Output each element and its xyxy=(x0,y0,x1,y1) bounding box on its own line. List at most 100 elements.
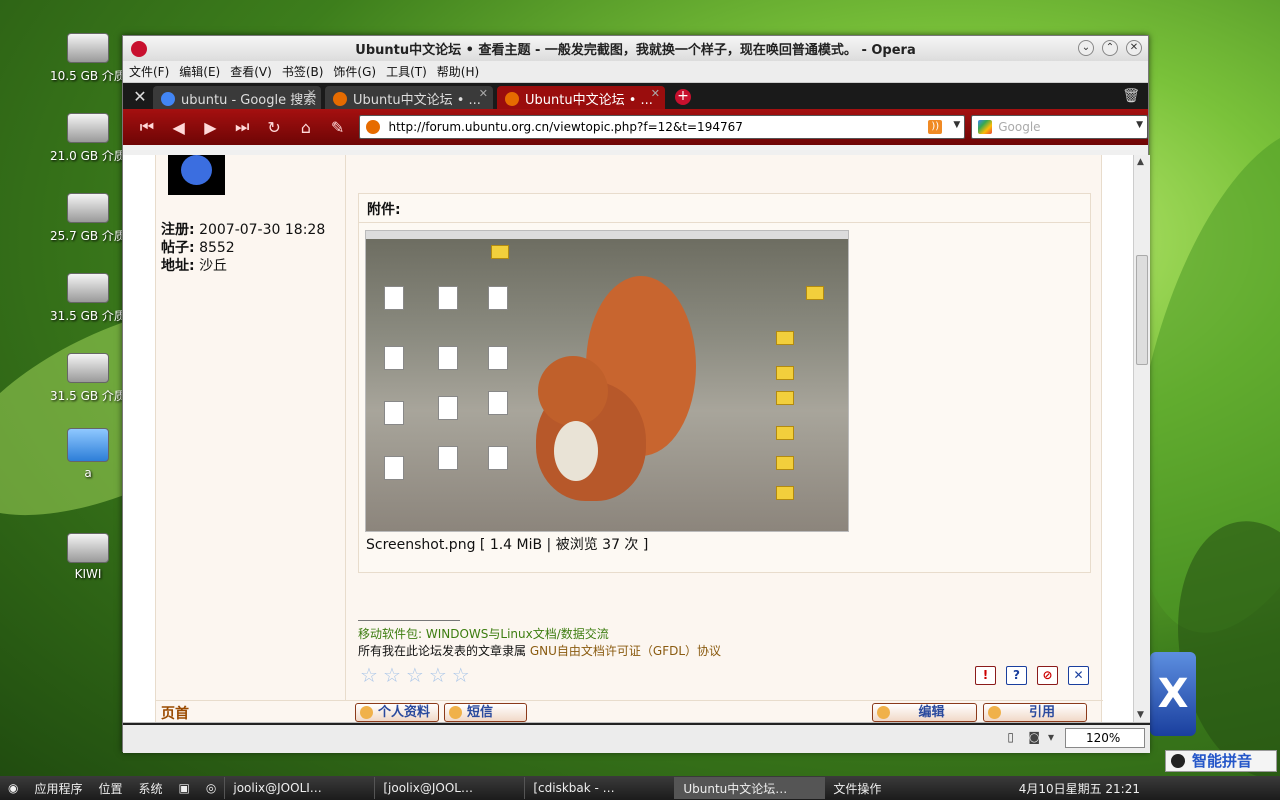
window-titlebar[interactable]: Ubuntu中文论坛 • 查看主题 - 一般发完截图，我就换一个样子，现在唤回普… xyxy=(123,36,1148,61)
menu-bookmarks[interactable]: 书签(B) xyxy=(282,63,324,80)
info-icon[interactable]: ? xyxy=(1006,666,1027,685)
desktop-icon-label: 21.0 GB 介质 xyxy=(50,149,126,163)
scroll-up-icon[interactable]: ▲ xyxy=(1137,157,1144,167)
drive-icon xyxy=(67,273,109,303)
star-icon[interactable]: ☆ xyxy=(360,663,378,687)
star-icon[interactable]: ☆ xyxy=(429,663,447,687)
taskbar: ◉ 应用程序 位置 系统 ▣ ◎ joolix@JOOLI… [joolix@J… xyxy=(0,776,1280,800)
taskbar-window-2[interactable]: [joolix@JOOL… xyxy=(374,777,524,799)
taskbar-window-3[interactable]: [cdiskbak - … xyxy=(524,777,674,799)
drive-icon xyxy=(67,33,109,63)
menu-view[interactable]: 查看(V) xyxy=(230,63,272,80)
tab-ubuntu-forum-2[interactable]: Ubuntu中文论坛 • ... ✕ xyxy=(497,86,665,109)
license-link[interactable]: GNU自由文档许可证（GFDL）协议 xyxy=(530,644,721,658)
forum-post: 注册: 2007-07-30 18:28 帖子: 8552 地址: 沙丘 附件: xyxy=(155,155,1103,722)
new-tab-icon[interactable]: + xyxy=(675,89,691,105)
tab-close-icon[interactable]: ✕ xyxy=(479,87,488,100)
app-launcher-icon[interactable]: X xyxy=(1150,652,1196,736)
attachment-image[interactable] xyxy=(365,230,849,532)
maximize-button[interactable]: ⌃ xyxy=(1102,40,1118,56)
rss-icon[interactable]: )) xyxy=(928,120,943,134)
menu-bar: 文件(F) 编辑(E) 查看(V) 书签(B) 饰件(G) 工具(T) 帮助(H… xyxy=(123,61,1148,83)
site-favicon-icon xyxy=(366,120,381,134)
forward-icon[interactable]: ▶ xyxy=(195,118,227,137)
attachment-header: 附件: xyxy=(359,194,1090,223)
menu-edit[interactable]: 编辑(E) xyxy=(179,63,220,80)
joined-value: 2007-07-30 18:28 xyxy=(199,222,326,238)
tab-ubuntu-forum-1[interactable]: Ubuntu中文论坛 • ... ✕ xyxy=(325,86,493,109)
input-method-indicator[interactable]: 智能拼音 xyxy=(1165,750,1277,772)
close-button[interactable]: ✕ xyxy=(1126,40,1142,56)
signature-link[interactable]: 移动软件包: WINDOWS与Linux文档/数据交流 xyxy=(358,625,609,642)
zoom-select[interactable]: 120% xyxy=(1065,728,1145,748)
taskbar-window-1[interactable]: joolix@JOOLI… xyxy=(224,777,374,799)
drive-icon xyxy=(67,193,109,223)
search-field[interactable]: Google ▼ xyxy=(971,115,1149,139)
menu-widgets[interactable]: 饰件(G) xyxy=(333,63,376,80)
attachment-caption: Screenshot.png [ 1.4 MiB | 被浏览 37 次 ] xyxy=(366,537,649,553)
reload-icon[interactable]: ↻ xyxy=(258,118,290,137)
clock[interactable]: 4月10日星期五 21:21 xyxy=(1019,780,1140,797)
profile-button[interactable]: 个人资料 xyxy=(355,703,440,722)
post-actions: ! ? ⊘ ✕ xyxy=(975,666,1089,685)
chevron-down-icon[interactable]: ▼ xyxy=(953,120,960,130)
star-icon[interactable]: ☆ xyxy=(452,663,470,687)
posts-label: 帖子: xyxy=(161,240,195,256)
signature-license-line: 所有我在此论坛发表的文章隶属 GNU自由文档许可证（GFDL）协议 xyxy=(358,642,721,659)
desktop-icon-label: 10.5 GB 介质 xyxy=(50,69,126,83)
opera-launcher-icon[interactable]: ◎ xyxy=(198,777,224,799)
minimize-button[interactable]: ⌄ xyxy=(1078,40,1094,56)
report-icon[interactable]: ! xyxy=(975,666,996,685)
address-field[interactable]: http://forum.ubuntu.org.cn/viewtopic.php… xyxy=(359,115,966,139)
vertical-scrollbar[interactable]: ▲ ▼ xyxy=(1133,155,1150,722)
joined-label: 注册: xyxy=(161,222,195,238)
attachment-box: 附件: Screenshot.png [1.4 MiB | 被浏览 37 次 … xyxy=(358,193,1091,573)
pm-button[interactable]: 短信 xyxy=(444,703,527,722)
avatar[interactable] xyxy=(168,155,225,195)
ubuntu-favicon-icon xyxy=(333,92,347,106)
rewind-icon[interactable]: ⏮ xyxy=(131,117,163,137)
tools-icon[interactable]: ✕ xyxy=(127,85,153,109)
tab-label: ubuntu - Google 搜索 xyxy=(181,93,317,108)
author-profile: 注册: 2007-07-30 18:28 帖子: 8552 地址: 沙丘 xyxy=(161,221,325,275)
camera-icon[interactable]: ◙ xyxy=(1028,730,1040,744)
trash-icon[interactable]: 🗑 xyxy=(1122,88,1140,104)
taskbar-window-5[interactable]: 文件操作 xyxy=(824,777,974,799)
terminal-icon[interactable]: ▣ xyxy=(171,777,198,799)
tab-close-icon[interactable]: ✕ xyxy=(307,87,316,100)
scroll-thumb[interactable] xyxy=(1136,255,1148,365)
menu-tools[interactable]: 工具(T) xyxy=(386,63,427,80)
home-icon[interactable]: ⌂ xyxy=(290,118,322,137)
applications-menu[interactable]: 应用程序 xyxy=(26,777,90,799)
tab-google-search[interactable]: ubuntu - Google 搜索 ✕ xyxy=(153,86,321,109)
desktop-icon-label: 25.7 GB 介质 xyxy=(50,229,126,243)
fastforward-icon[interactable]: ⏭ xyxy=(226,117,258,137)
scroll-down-icon[interactable]: ▼ xyxy=(1137,710,1144,720)
system-menu[interactable]: 系统 xyxy=(131,777,171,799)
location-label: 地址: xyxy=(161,258,195,274)
rating-stars[interactable]: ☆ ☆ ☆ ☆ ☆ xyxy=(360,663,470,687)
star-icon[interactable]: ☆ xyxy=(406,663,424,687)
menu-help[interactable]: 帮助(H) xyxy=(437,63,479,80)
chevron-down-icon[interactable]: ▼ xyxy=(1136,120,1143,130)
desktop-icon-label: 31.5 GB 介质 xyxy=(50,309,126,323)
page-icon[interactable]: ▯ xyxy=(1007,730,1014,744)
quote-button[interactable]: 引用 xyxy=(983,703,1087,722)
delete-icon[interactable]: ✕ xyxy=(1068,666,1089,685)
chevron-down-icon[interactable]: ▾ xyxy=(1048,730,1054,744)
edit-button[interactable]: 编辑 xyxy=(872,703,977,722)
warn-icon[interactable]: ⊘ xyxy=(1037,666,1058,685)
drive-icon xyxy=(67,533,109,563)
edit-icon[interactable]: ✎ xyxy=(322,118,354,137)
window-title: Ubuntu中文论坛 • 查看主题 - 一般发完截图，我就换一个样子，现在唤回普… xyxy=(355,43,916,58)
drive-icon xyxy=(67,113,109,143)
star-icon[interactable]: ☆ xyxy=(383,663,401,687)
back-icon[interactable]: ◀ xyxy=(163,118,195,137)
menu-icon[interactable]: ◉ xyxy=(0,777,26,799)
location-value: 沙丘 xyxy=(199,258,228,274)
tab-close-icon[interactable]: ✕ xyxy=(651,87,660,100)
places-menu[interactable]: 位置 xyxy=(91,777,131,799)
taskbar-window-4[interactable]: Ubuntu中文论坛… xyxy=(674,777,825,799)
back-to-top-link[interactable]: 页首 xyxy=(161,703,189,722)
menu-file[interactable]: 文件(F) xyxy=(129,63,169,80)
